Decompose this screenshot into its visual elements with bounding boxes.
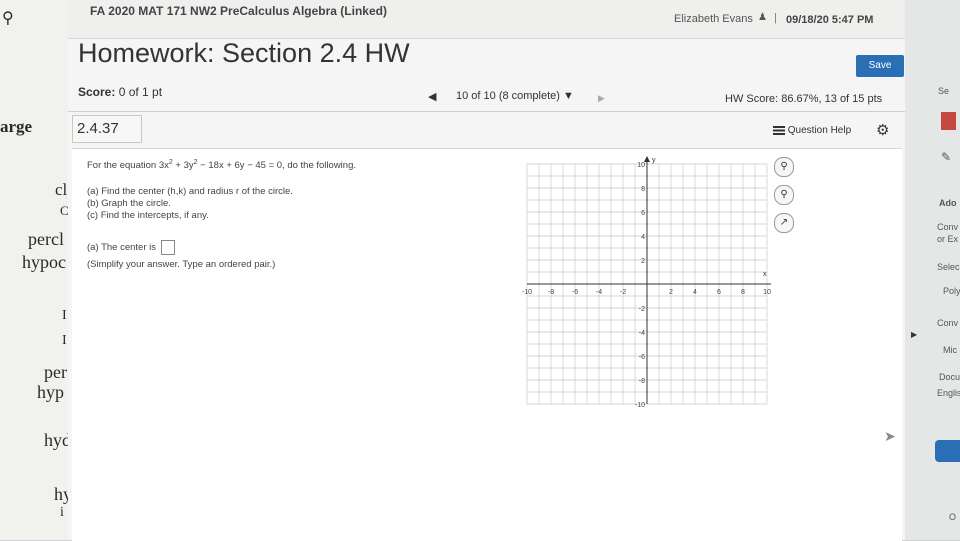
y-tick-label: -8 — [639, 378, 645, 385]
prompt-text: For the equation 3x — [87, 160, 169, 172]
x-tick-label: -4 — [596, 289, 602, 296]
bg-text: Ado — [939, 198, 957, 208]
x-axis-label: x — [763, 271, 767, 278]
bg-text: Poly — [943, 286, 960, 296]
score-value: 0 of 1 pt — [118, 85, 163, 99]
divider — [68, 111, 905, 112]
bg-text: C — [60, 203, 68, 218]
part-c-text: (c) Find the intercepts, if any. — [87, 210, 209, 221]
bg-text: cl — [55, 180, 68, 199]
y-tick-label: 6 — [641, 210, 645, 217]
edit-icon: ✎ — [941, 150, 952, 164]
bg-text: Mic — [943, 345, 957, 355]
bg-text: I — [62, 333, 67, 348]
bg-text: I — [62, 308, 67, 323]
answer-row: (a) The center is — [87, 240, 175, 255]
question-content: For the equation 3x 2 + 3y 2 − 18x + 6y − … — [72, 148, 902, 541]
prompt-text: − 18x + 6y − 45 = 0, do the following. — [197, 160, 356, 172]
datetime: 09/18/20 5:47 PM — [786, 14, 874, 26]
background-panel-right: Se ✎ Ado Conv or Ex Selec Poly Conv ▶ Mi… — [905, 0, 960, 540]
bg-text: O — [949, 512, 957, 522]
y-axis-label: y — [652, 157, 656, 164]
y-tick-label: 8 — [641, 186, 645, 193]
page-title: Homework: Section 2.4 HW — [78, 38, 410, 68]
pdf-icon — [941, 112, 956, 130]
gear-icon[interactable]: ⚙ — [876, 121, 889, 139]
zoom-in-icon[interactable]: ⚲ — [774, 157, 794, 177]
bg-text: i — [60, 505, 64, 520]
y-tick-label: 10 — [637, 162, 645, 169]
score: Score: 0 of 1 pt — [78, 85, 162, 99]
top-bar: FA 2020 MAT 171 NW2 PreCalculus Algebra … — [68, 0, 905, 39]
part-b-text: (b) Graph the circle. — [87, 198, 171, 209]
question-selector[interactable]: 10 of 10 (8 complete) ▼ — [456, 90, 574, 102]
homework-window: FA 2020 MAT 171 NW2 PreCalculus Algebra … — [68, 0, 905, 541]
y-tick-label: -6 — [639, 354, 645, 361]
bg-text: hyp — [37, 382, 64, 402]
bg-text: Conv — [937, 318, 959, 328]
x-tick-label: -6 — [572, 289, 578, 296]
user-icon[interactable]: ♟ — [758, 12, 767, 23]
bg-text: per — [44, 362, 67, 382]
y-tick-label: -2 — [639, 306, 645, 313]
instruction-text: (Simplify your answer. Type an ordered p… — [87, 259, 276, 270]
bg-text: hy — [54, 484, 68, 504]
x-tick-label: 4 — [693, 289, 697, 296]
course-title: FA 2020 MAT 171 NW2 PreCalculus Algebra … — [90, 4, 387, 18]
bg-text: hypoc — [22, 252, 66, 272]
question-prompt: For the equation 3x2 + 3y2 − 18x + 6y − … — [87, 159, 356, 171]
x-tick-label: 10 — [763, 289, 771, 296]
center-answer-input[interactable] — [160, 240, 175, 255]
part-a-text: (a) Find the center (h,k) and radius r o… — [87, 186, 293, 197]
mouse-cursor-icon: ➤ — [884, 428, 896, 444]
bg-text: Docu — [939, 372, 960, 382]
y-tick-label: -4 — [639, 330, 645, 337]
prev-question-button[interactable]: ◀ — [428, 90, 436, 103]
search-glyph-bg: ⚲ — [2, 10, 14, 27]
question-help-label: Question Help — [787, 125, 852, 136]
bg-text: hyd — [44, 430, 68, 450]
x-tick-label: 8 — [741, 289, 745, 296]
save-button[interactable]: Save — [856, 55, 904, 77]
coordinate-graph[interactable]: y x -10 -8 -6 -4 -2 2 4 6 8 10 10 8 6 4 2 -2 -4 -6 -8 -10 — [517, 154, 777, 414]
y-tick-label: 2 — [641, 258, 645, 265]
x-tick-label: 6 — [717, 289, 721, 296]
bg-text: Conv — [937, 222, 959, 232]
x-tick-label: 2 — [669, 289, 673, 296]
blue-button[interactable] — [935, 440, 960, 462]
zoom-out-icon[interactable]: ⚲ — [774, 185, 794, 205]
bg-text: or Ex — [937, 234, 959, 244]
expand-arrow-icon[interactable]: ▶ — [911, 330, 917, 339]
separator: | — [774, 12, 777, 24]
question-number: 2.4.37 — [72, 115, 142, 143]
score-label: Score: — [78, 85, 116, 99]
x-tick-label: -8 — [548, 289, 554, 296]
prompt-text: + 3y — [172, 160, 194, 172]
next-question-button[interactable]: ▶ — [598, 93, 605, 104]
answer-label: (a) The center is — [87, 242, 156, 254]
bg-text: Selec — [937, 262, 960, 272]
x-tick-label: -2 — [620, 289, 626, 296]
bg-text: Se — [938, 86, 950, 96]
bg-text: arge — [0, 117, 33, 136]
y-tick-label: -10 — [635, 402, 645, 409]
list-icon — [773, 125, 785, 135]
bg-text: Englis — [937, 388, 960, 398]
background-document-left: ⚲ arge cl C percl hypoc I I per hyp hyd … — [0, 0, 68, 540]
question-help-button[interactable]: Question Help — [773, 125, 851, 136]
x-tick-label: -10 — [522, 289, 532, 296]
hw-score: HW Score: 86.67%, 13 of 15 pts — [725, 93, 883, 105]
y-tick-label: 4 — [641, 234, 645, 241]
user-name[interactable]: Elizabeth Evans — [674, 13, 753, 25]
popout-icon[interactable]: ↗ — [774, 213, 794, 233]
bg-text: percl — [28, 229, 64, 249]
